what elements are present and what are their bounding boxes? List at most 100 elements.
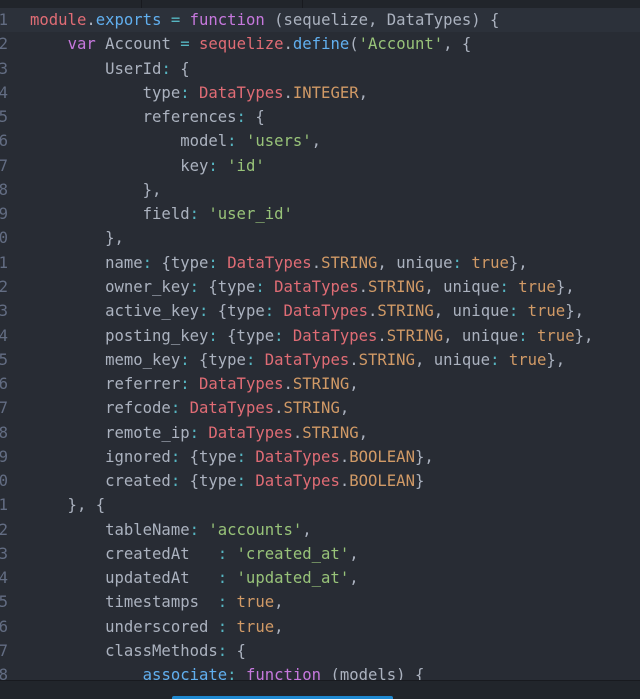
string-token: 'accounts'	[208, 520, 303, 539]
operator-token: :	[508, 302, 519, 321]
code-line[interactable]: 15 memo_key: {type: DataTypes.STRING, un…	[0, 348, 640, 372]
code-line[interactable]: 1 module.exports = function (sequelize, D…	[0, 8, 640, 33]
code-text: references: {	[30, 105, 265, 129]
text-token: posting_key	[30, 326, 209, 345]
code-line[interactable]: 3 UserId: {	[0, 57, 640, 81]
code-line[interactable]: 7 key: 'id'	[0, 154, 640, 178]
code-text: updatedAt : 'updated_at',	[30, 566, 359, 590]
code-line[interactable]: 20 created: {type: DataTypes.BOOLEAN}	[0, 469, 640, 493]
code-line[interactable]: 6 model: 'users',	[0, 129, 640, 153]
text-token: },	[30, 229, 124, 248]
text-token: .	[358, 277, 369, 296]
code-editor[interactable]: 1 module.exports = function (sequelize, D…	[0, 8, 640, 680]
constant-token: STRING	[386, 326, 444, 345]
code-line[interactable]: 27 classMethods: {	[0, 639, 640, 663]
text-token: (sequelize, DataTypes) {	[264, 11, 500, 29]
text-token: {type	[199, 277, 256, 296]
code-line[interactable]: 19 ignored: {type: DataTypes.BOOLEAN},	[0, 445, 640, 469]
operator-token: :	[499, 277, 509, 296]
code-line[interactable]: 25 timestamps : true,	[0, 590, 640, 614]
operator-token: :	[236, 108, 246, 127]
code-line[interactable]: 12 owner_key: {type: DataTypes.STRING, u…	[0, 275, 640, 299]
line-number: 28	[0, 666, 8, 680]
property-token: define	[292, 35, 350, 54]
code-line[interactable]: 8 },	[0, 178, 640, 202]
code-text: created: {type: DataTypes.BOOLEAN}	[30, 469, 424, 493]
code-line[interactable]: 9 field: 'user_id'	[0, 202, 640, 226]
text-token: ,	[302, 520, 312, 539]
text-token: remote_ip	[30, 423, 190, 442]
line-number: 23	[0, 544, 8, 563]
operator-token: :	[189, 205, 199, 224]
text-token: },	[546, 350, 566, 369]
line-number: 22	[0, 520, 8, 539]
constant-token: BOOLEAN	[349, 447, 415, 466]
operator-token: :	[189, 423, 199, 442]
text-token: field	[30, 205, 190, 224]
text-token: createdAt	[30, 544, 218, 563]
code-text: createdAt : 'created_at',	[30, 542, 359, 566]
text-token: (models) {	[321, 666, 425, 680]
text-token: ,	[274, 593, 284, 612]
code-line[interactable]: 21 }, {	[0, 493, 640, 517]
line-number: 2	[0, 35, 8, 54]
text-token: {type	[180, 447, 237, 466]
code-line[interactable]: 24 updatedAt : 'updated_at',	[0, 566, 640, 590]
constant-token: true	[236, 617, 275, 636]
text-token: referrer	[30, 375, 181, 394]
text-token: key	[30, 156, 209, 175]
code-line[interactable]: 26 underscored : true,	[0, 615, 640, 639]
code-line[interactable]: 17 refcode: DataTypes.STRING,	[0, 396, 640, 420]
text-token: },	[414, 447, 434, 466]
property-token: associate	[142, 666, 228, 680]
operator-token: :	[180, 375, 190, 394]
text-token: active_key	[30, 302, 199, 321]
text-token: type	[30, 83, 181, 102]
line-number: 7	[0, 156, 8, 175]
code-line[interactable]: 28 associate: function (models) {	[0, 663, 640, 680]
line-number: 5	[0, 108, 8, 127]
keyword-token: function	[189, 11, 265, 29]
line-number: 8	[0, 180, 8, 199]
text-token: UserId	[30, 59, 162, 78]
code-text: field: 'user_id'	[30, 202, 293, 226]
code-line[interactable]: 11 name: {type: DataTypes.STRING, unique…	[0, 251, 640, 275]
text-token: refcode	[30, 399, 171, 418]
operator-token: :	[208, 326, 218, 345]
text-token: },	[565, 302, 584, 321]
line-number: 24	[0, 569, 8, 588]
code-text: memo_key: {type: DataTypes.STRING, uniqu…	[30, 348, 565, 372]
line-number: 3	[0, 59, 8, 78]
code-line[interactable]: 23 createdAt : 'created_at',	[0, 542, 640, 566]
code-line[interactable]: 16 referrer: DataTypes.STRING,	[0, 372, 640, 396]
tab-divider	[302, 0, 303, 8]
code-line[interactable]: 18 remote_ip: DataTypes.STRING,	[0, 421, 640, 445]
text-token: , unique	[414, 350, 491, 369]
code-line[interactable]: 4 type: DataTypes.INTEGER,	[0, 81, 640, 105]
string-token: 'updated_at'	[236, 569, 350, 588]
operator-token: :	[208, 156, 218, 175]
code-text: underscored : true,	[30, 615, 283, 639]
text-token: owner_key	[30, 277, 190, 296]
code-line[interactable]: 14 posting_key: {type: DataTypes.STRING,…	[0, 324, 640, 348]
code-line[interactable]: 5 references: {	[0, 105, 640, 129]
code-line[interactable]: 10 },	[0, 226, 640, 250]
variable-token: DataTypes	[199, 375, 284, 394]
code-line[interactable]: 22 tableName: 'accounts',	[0, 518, 640, 542]
code-line[interactable]: 2 var Account = sequelize.define('Accoun…	[0, 32, 640, 56]
operator-token: :	[161, 59, 171, 78]
code-text: associate: function (models) {	[30, 663, 425, 680]
text-token: ,	[358, 423, 369, 442]
operator-token: :	[199, 302, 209, 321]
constant-token: true	[537, 326, 575, 345]
variable-token: DataTypes	[264, 350, 350, 369]
code-line[interactable]: 13 active_key: {type: DataTypes.STRING, …	[0, 299, 640, 323]
